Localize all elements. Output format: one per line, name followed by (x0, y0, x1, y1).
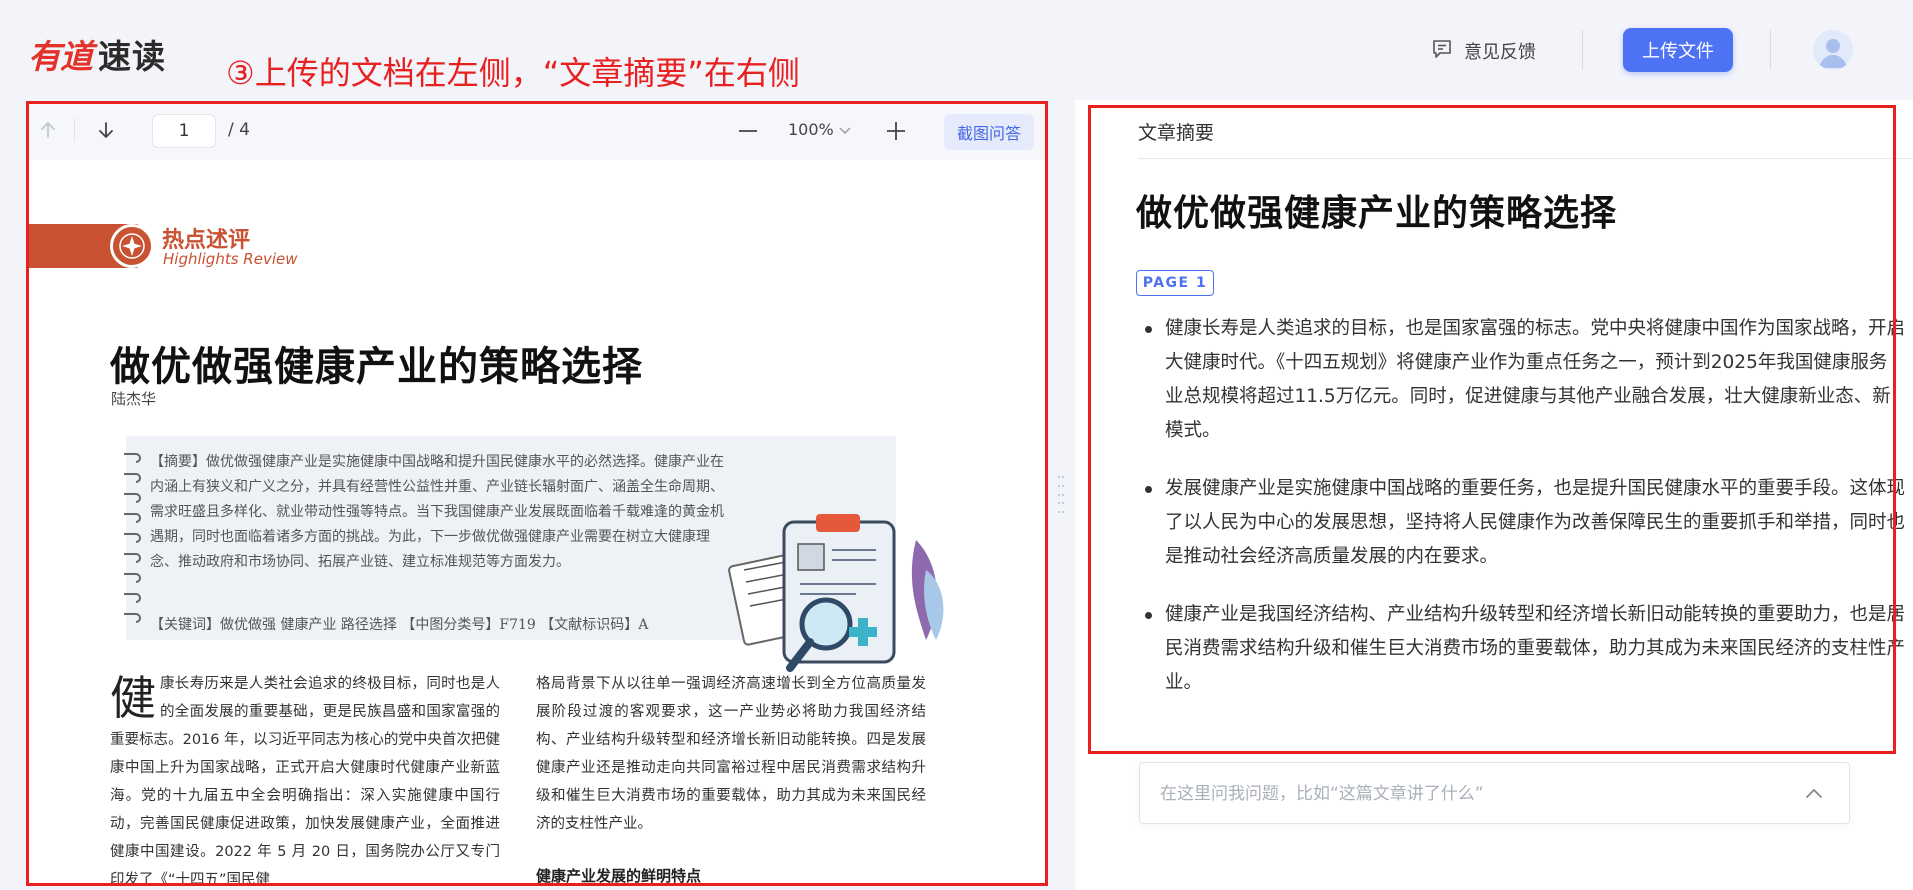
document-title: 做优做强健康产业的策略选择 (110, 344, 643, 390)
divider (74, 118, 75, 142)
document-toolbar: / 4 100% 截图问答 (26, 100, 1045, 160)
summary-bullet-list: 健康长寿是人类追求的目标，也是国家富强的标志。党中央将健康中国作为国家战略，开启… (1145, 312, 1905, 724)
feedback-label: 意见反馈 (1464, 42, 1536, 63)
zoom-level-value: 100% (788, 120, 834, 139)
user-avatar-icon (1813, 30, 1853, 70)
summary-title: 做优做强健康产业的策略选择 (1136, 193, 1618, 234)
body-text-right: 格局背景下从以往单一强调经济高速增长到全方位高质量发展阶段过渡的客观要求，这一产… (536, 676, 926, 832)
document-author: 陆杰华 (111, 390, 157, 408)
keywords-text: 【关键词】做优做强 健康产业 路径选择 【中图分类号】F719 【文献标识码】A (150, 617, 649, 633)
question-box (1139, 762, 1850, 824)
spiral-binding-icon (124, 453, 141, 623)
banner-emblem-icon (110, 224, 154, 268)
instruction-annotation: ③上传的文档在左侧，“文章摘要”在右侧 (226, 54, 800, 92)
medical-clipboard-illustration (728, 514, 944, 672)
drag-handle-icon[interactable] (1058, 476, 1066, 516)
divider (1770, 30, 1771, 70)
feedback-button[interactable]: 意见反馈 (1430, 36, 1536, 66)
top-bar: 有道 速读 ③上传的文档在左侧，“文章摘要”在右侧 意见反馈 上传文件 (0, 0, 1913, 100)
body-column-left: 健 康长寿历来是人类社会追求的终极目标，同时也是人的全面发展的重要基础，更是民族… (110, 670, 500, 885)
body-column-right: 格局背景下从以往单一强调经济高速增长到全方位高质量发展阶段过渡的客观要求，这一产… (536, 670, 926, 885)
divider (1582, 30, 1583, 70)
logo-brand: 有道 (28, 37, 93, 76)
app-logo[interactable]: 有道 速读 (28, 34, 166, 76)
drop-cap: 健 (110, 671, 156, 725)
abstract-text: 【摘要】做优做强健康产业是实施健康中国战略和提升国民健康水平的必然选择。健康产业… (150, 454, 724, 570)
chevron-up-icon (1806, 789, 1822, 798)
feedback-icon (1430, 37, 1454, 66)
divider (1138, 158, 1913, 159)
section-heading: 健康产业发展的鲜明特点 (536, 867, 702, 885)
user-avatar[interactable] (1813, 30, 1853, 70)
logo-product: 速读 (98, 37, 166, 76)
arrow-up-icon (41, 122, 55, 138)
zoom-in-button[interactable] (878, 114, 914, 148)
expand-toggle-button[interactable] (1801, 781, 1827, 807)
zoom-out-icon (739, 130, 757, 132)
upload-file-button[interactable]: 上传文件 (1623, 28, 1733, 72)
document-viewer: / 4 100% 截图问答 热点述评 (26, 100, 1045, 885)
summary-bullet: 健康产业是我国经济结构、产业结构升级转型和经济增长新旧动能转换的重要助力，也是居… (1145, 598, 1905, 700)
zoom-in-icon (887, 122, 905, 140)
page-badge[interactable]: PAGE 1 (1136, 270, 1214, 296)
arrow-down-icon (99, 122, 113, 138)
summary-tab-label: 文章摘要 (1138, 122, 1215, 144)
screenshot-qa-button[interactable]: 截图问答 (944, 114, 1034, 150)
summary-bullet: 发展健康产业是实施健康中国战略的重要任务，也是提升国民健康水平的重要手段。这体现… (1145, 472, 1905, 574)
chevron-down-icon (839, 127, 851, 134)
page-number-input[interactable] (152, 114, 216, 148)
document-page: 热点述评 Highlights Review 做优做强健康产业的策略选择 陆杰华… (26, 160, 1045, 885)
page-total: / 4 (228, 120, 250, 140)
zoom-select[interactable]: 100% (788, 120, 852, 139)
question-input[interactable] (1160, 779, 1760, 809)
next-page-button[interactable] (88, 112, 124, 148)
zoom-out-button[interactable] (730, 114, 766, 148)
summary-bullet: 健康长寿是人类追求的目标，也是国家富强的标志。党中央将健康中国作为国家战略，开启… (1145, 312, 1905, 448)
previous-page-button[interactable] (30, 112, 66, 148)
banner-subtitle: Highlights Review (163, 250, 298, 268)
body-text-left: 康长寿历来是人类社会追求的终极目标，同时也是人的全面发展的重要基础，更是民族昌盛… (110, 676, 500, 885)
